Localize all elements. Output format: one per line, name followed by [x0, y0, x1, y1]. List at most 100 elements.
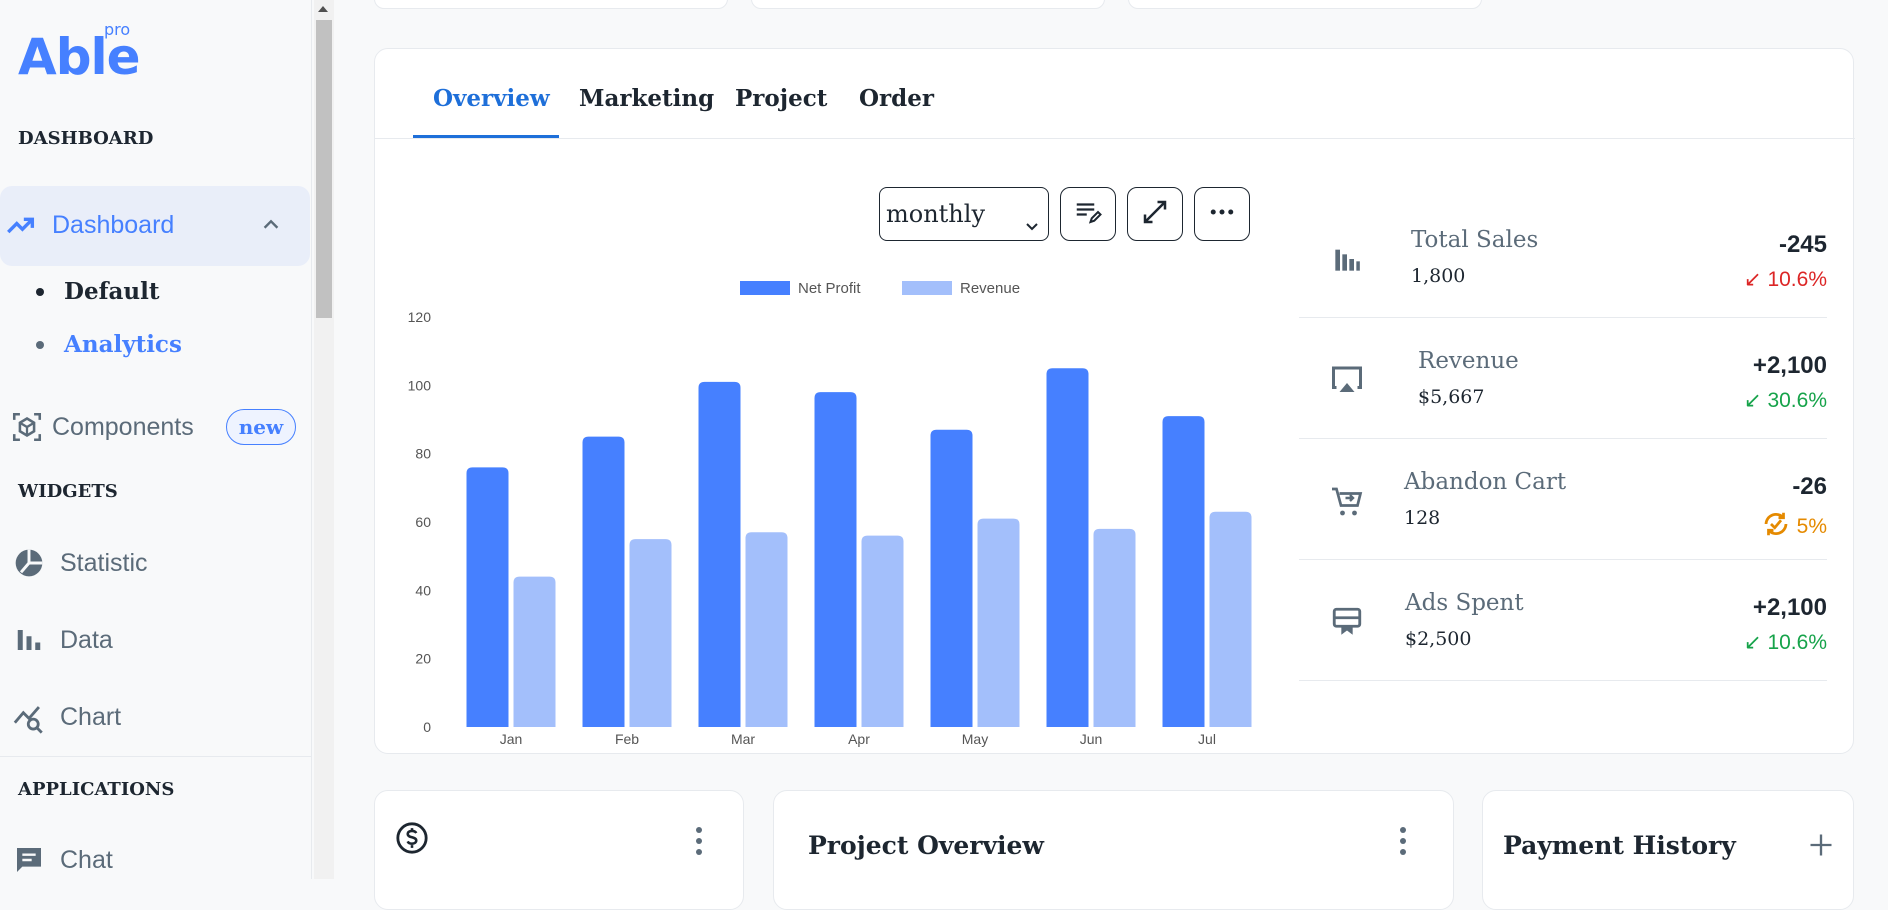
section-applications: APPLICATIONS [18, 779, 175, 800]
trending-up-icon [4, 208, 38, 242]
stat-row-ads-spent: Ads Spent $2,500 +2,100 ↙ 10.6% [1299, 560, 1827, 681]
x-tick-label: Jan [500, 731, 523, 747]
bar-revenue [513, 576, 556, 727]
tab-project[interactable]: Project [735, 85, 827, 112]
payment-history-card: Payment History [1482, 790, 1854, 910]
more-vertical-icon[interactable] [1393, 827, 1413, 855]
tab-bar: Overview Marketing Project Order [375, 49, 1855, 139]
dollar-circle-icon [395, 821, 429, 860]
legend-swatch [740, 281, 790, 295]
more-vertical-icon[interactable] [689, 827, 709, 855]
cube-icon [10, 410, 44, 444]
sidebar-item-chat[interactable]: Chat [12, 843, 113, 877]
sidebar-subitem-analytics[interactable]: Analytics [36, 331, 182, 358]
stat-title: Revenue [1418, 348, 1519, 374]
subitem-label: Default [64, 278, 160, 305]
stat-title: Total Sales [1411, 227, 1539, 253]
sidebar-item-label: Components [52, 412, 194, 441]
new-badge: new [226, 409, 296, 445]
stat-percent: ↙ 10.6% [1744, 267, 1827, 292]
scrollbar-thumb[interactable] [316, 20, 332, 318]
tab-active-indicator [413, 135, 559, 138]
x-tick-label: Apr [848, 731, 870, 747]
y-tick-label: 100 [408, 377, 432, 393]
bar-revenue [977, 518, 1020, 727]
stat-change: -26 [1792, 473, 1827, 500]
sidebar-subitem-default[interactable]: Default [36, 278, 159, 305]
legend-label: Revenue [960, 280, 1020, 297]
more-options-button[interactable] [1194, 187, 1250, 241]
bar-net-profit [814, 392, 857, 727]
top-card-3 [1128, 0, 1482, 9]
bar-chart-icon [1329, 241, 1365, 277]
bar-revenue [629, 539, 672, 727]
top-card-2 [751, 0, 1105, 9]
tab-marketing[interactable]: Marketing [579, 85, 714, 112]
y-tick-label: 0 [423, 719, 431, 735]
bar-net-profit [466, 467, 509, 727]
bar-net-profit [698, 381, 741, 727]
stat-percent-value: 10.6% [1767, 267, 1827, 291]
section-widgets: WIDGETS [18, 481, 118, 502]
sidebar-item-label: Statistic [60, 548, 148, 577]
tab-order[interactable]: Order [859, 85, 934, 112]
chevron-up-icon[interactable] [260, 214, 282, 243]
earnings-card [374, 790, 744, 910]
stat-change: +2,100 [1752, 352, 1827, 379]
sidebar-item-label: Chat [60, 845, 113, 874]
sidebar-item-statistic[interactable]: Statistic [12, 546, 148, 580]
bar-net-profit [1162, 416, 1205, 727]
bar-revenue [1209, 511, 1252, 727]
stat-value: $2,500 [1405, 628, 1472, 650]
expand-button[interactable] [1127, 187, 1183, 241]
sidebar-item-components[interactable]: Components [10, 410, 194, 444]
analytics-card: Overview Marketing Project Order monthly… [374, 48, 1855, 754]
bullet-icon [36, 287, 44, 296]
sidebar-item-label: Chart [60, 702, 122, 731]
bar-revenue [745, 532, 788, 727]
bar-net-profit [582, 436, 625, 727]
plus-icon[interactable] [1807, 831, 1835, 864]
tab-overview[interactable]: Overview [433, 85, 550, 112]
bar-net-profit [930, 429, 973, 727]
expand-icon [1140, 197, 1170, 232]
y-tick-label: 20 [415, 651, 431, 667]
card-title: Payment History [1503, 831, 1736, 860]
sidebar-item-dashboard[interactable]: Dashboard [4, 208, 300, 242]
period-select[interactable]: monthly [879, 187, 1049, 241]
chat-icon [12, 843, 46, 877]
more-horizontal-icon [1207, 197, 1237, 232]
bar-chart: 0 20 40 60 80 100 120 Net Profit Revenue Jan Feb Ma… [408, 280, 1252, 747]
x-tick-label: Feb [615, 731, 639, 747]
stat-change: -245 [1778, 231, 1827, 258]
y-tick-label: 80 [415, 446, 431, 462]
chevron-down-icon [1026, 210, 1038, 238]
sidebar-item-label: Data [60, 625, 113, 654]
stat-row-revenue: Revenue $5,667 +2,100 ↙ 30.6% [1299, 318, 1827, 439]
brand-tier: pro [104, 20, 131, 39]
billboard-icon [1329, 604, 1365, 640]
stat-value: $5,667 [1418, 386, 1485, 408]
stat-percent-value: 10.6% [1767, 630, 1827, 654]
sidebar: Able pro DASHBOARD Dashboard Default Ana… [0, 0, 312, 879]
bar-revenue [861, 535, 904, 727]
x-tick-label: Mar [731, 731, 755, 747]
arrow-down-left-icon: ↙ [1743, 268, 1762, 291]
edit-list-button[interactable] [1060, 187, 1116, 241]
sidebar-item-data[interactable]: Data [12, 623, 113, 657]
stat-value: 128 [1404, 507, 1441, 529]
arrow-down-left-icon: ↙ [1743, 631, 1762, 654]
arrow-down-left-icon: ↙ [1743, 389, 1762, 412]
stat-percent-value: 30.6% [1767, 388, 1827, 412]
sidebar-item-label: Dashboard [52, 210, 175, 239]
x-tick-label: May [962, 731, 988, 747]
sidebar-item-chart[interactable]: Chart [12, 700, 121, 734]
x-tick-label: Jun [1080, 731, 1103, 747]
y-tick-label: 120 [408, 309, 432, 325]
refresh-check-icon [1761, 509, 1791, 545]
scroll-up-arrow-icon[interactable] [318, 6, 328, 12]
stat-percent: ↙ 10.6% [1744, 630, 1827, 655]
y-tick-label: 60 [415, 514, 431, 530]
legend-swatch [902, 281, 952, 295]
stat-row-abandon-cart: Abandon Cart 128 -26 5% [1299, 439, 1827, 560]
